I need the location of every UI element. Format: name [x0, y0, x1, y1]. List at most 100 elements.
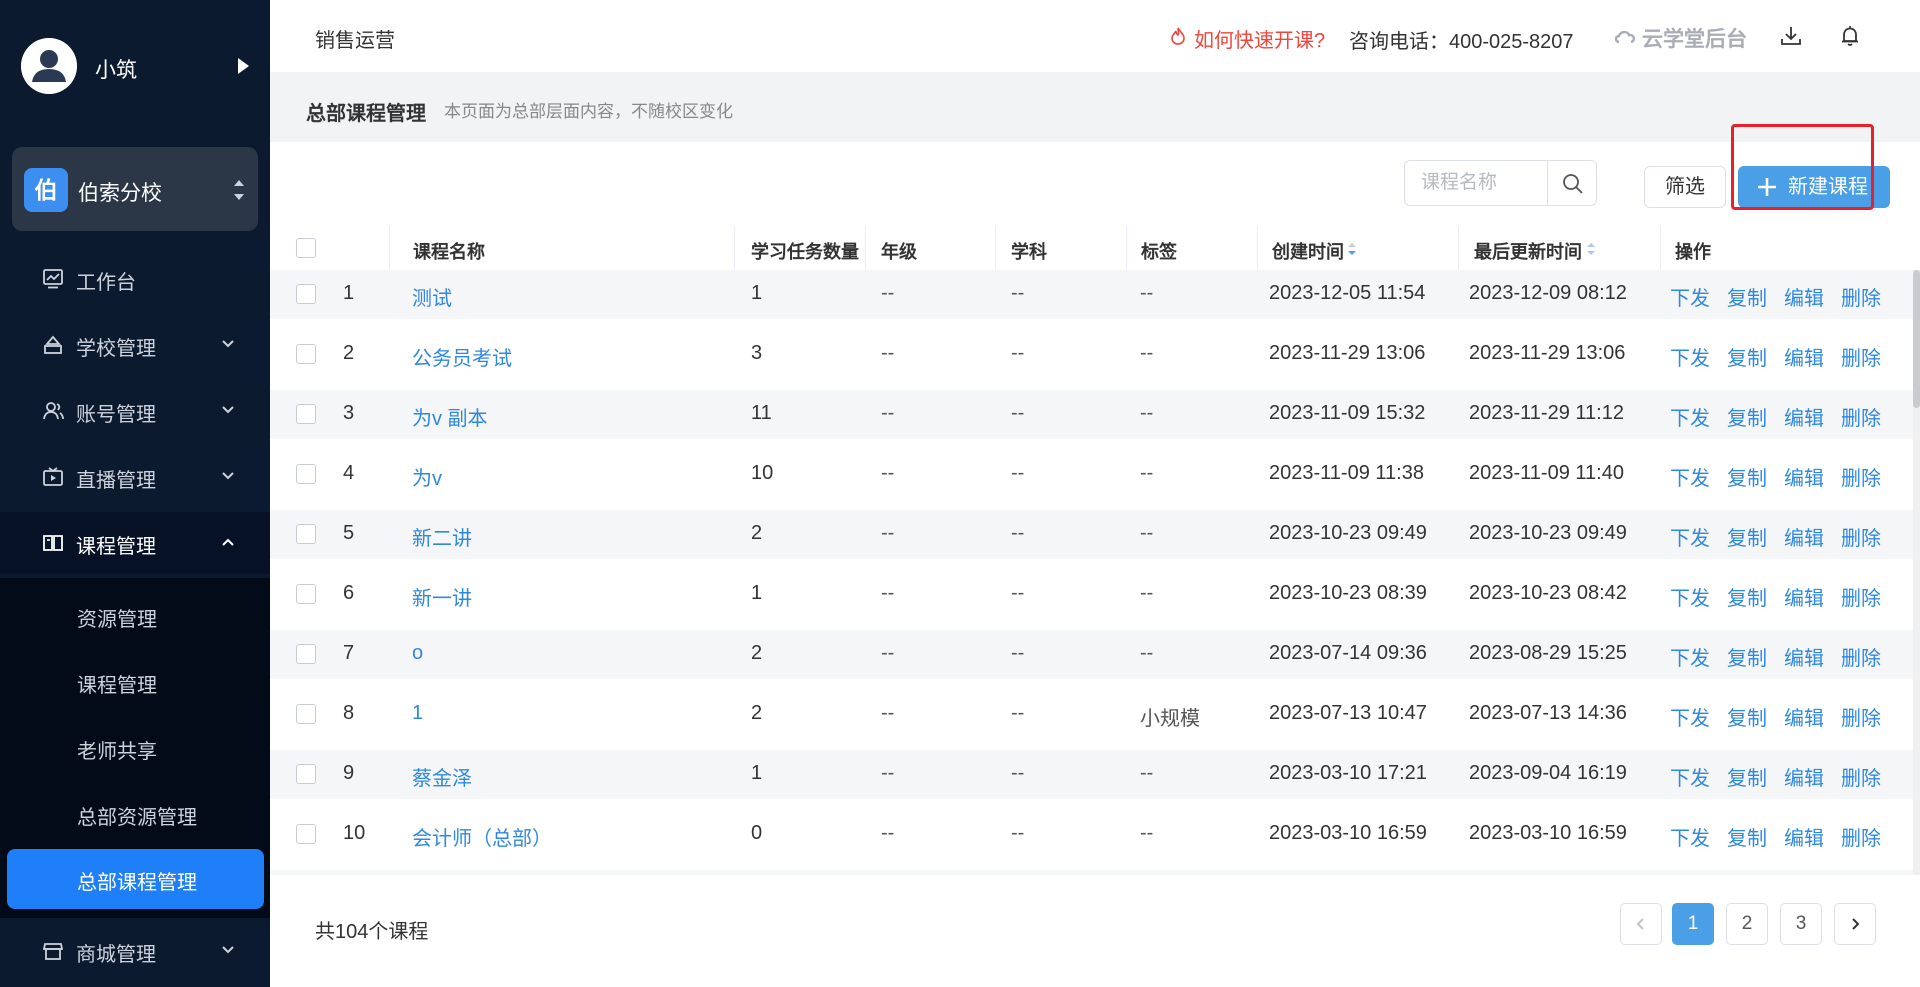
sidebar-item-school[interactable]: 学校管理	[0, 314, 270, 376]
edit-button[interactable]: 编辑	[1784, 582, 1824, 611]
edit-button[interactable]: 编辑	[1784, 522, 1824, 551]
copy-button[interactable]: 复制	[1727, 822, 1767, 851]
page-button-2[interactable]: 2	[1726, 903, 1768, 945]
next-page-button[interactable]	[1834, 903, 1876, 945]
sort-desc-icon[interactable]	[1347, 240, 1357, 258]
distribute-button[interactable]: 下发	[1670, 342, 1710, 371]
sidebar-item-accounts[interactable]: 账号管理	[0, 380, 270, 442]
delete-button[interactable]: 删除	[1841, 702, 1881, 731]
table-row: 8 1 2 -- -- 小规模 2023-07-13 10:47 2023-07-13 14:…	[270, 690, 1920, 739]
edit-button[interactable]: 编辑	[1784, 462, 1824, 491]
delete-button[interactable]: 删除	[1841, 402, 1881, 431]
edit-button[interactable]: 编辑	[1784, 342, 1824, 371]
search-button[interactable]	[1547, 160, 1597, 206]
edit-button[interactable]: 编辑	[1784, 822, 1824, 851]
user-menu[interactable]: 小筑	[0, 0, 270, 135]
row-checkbox[interactable]	[296, 584, 316, 604]
copy-button[interactable]: 复制	[1727, 402, 1767, 431]
cell-course-name[interactable]: 新二讲	[412, 522, 472, 551]
prev-page-button[interactable]	[1620, 903, 1662, 945]
delete-button[interactable]: 删除	[1841, 642, 1881, 671]
row-checkbox[interactable]	[296, 704, 316, 724]
page-button-1[interactable]: 1	[1672, 903, 1714, 945]
sidebar-item-courses[interactable]: 课程管理	[0, 512, 270, 574]
copy-button[interactable]: 复制	[1727, 282, 1767, 311]
delete-button[interactable]: 删除	[1841, 282, 1881, 311]
delete-button[interactable]: 删除	[1841, 762, 1881, 791]
column-header-updated[interactable]: 最后更新时间	[1474, 238, 1582, 264]
bell-icon[interactable]	[1839, 25, 1861, 47]
search-field[interactable]	[1404, 160, 1548, 206]
sidebar-subitem-hq-resources[interactable]: 总部资源管理	[0, 784, 270, 844]
row-checkbox[interactable]	[296, 824, 316, 844]
distribute-button[interactable]: 下发	[1670, 462, 1710, 491]
cell-index: 4	[343, 462, 355, 484]
copy-button[interactable]: 复制	[1727, 342, 1767, 371]
distribute-button[interactable]: 下发	[1670, 762, 1710, 791]
edit-button[interactable]: 编辑	[1784, 282, 1824, 311]
row-checkbox[interactable]	[296, 764, 316, 784]
sidebar-subitem-hq-courses[interactable]: 总部课程管理	[7, 849, 264, 909]
cell-updated-time: 2023-11-29 13:06	[1469, 342, 1626, 364]
cell-subject: --	[1011, 702, 1025, 724]
scrollbar-thumb[interactable]	[1913, 270, 1920, 408]
distribute-button[interactable]: 下发	[1670, 522, 1710, 551]
edit-button[interactable]: 编辑	[1784, 642, 1824, 671]
cell-course-name[interactable]: 测试	[412, 282, 452, 311]
cell-course-name[interactable]: 为v 副本	[412, 402, 488, 431]
cell-course-name[interactable]: 1	[412, 702, 423, 725]
row-checkbox[interactable]	[296, 284, 316, 304]
search-input[interactable]	[1405, 161, 1535, 205]
sidebar-item-dashboard[interactable]: 工作台	[0, 248, 270, 310]
sidebar-subitem-teacher-share[interactable]: 老师共享	[0, 718, 270, 778]
cell-course-name[interactable]: 为v	[412, 462, 442, 491]
caret-right-icon[interactable]	[238, 58, 249, 74]
cell-course-name[interactable]: 蔡金泽	[412, 762, 472, 791]
distribute-button[interactable]: 下发	[1670, 582, 1710, 611]
sidebar-subitem-courses[interactable]: 课程管理	[0, 652, 270, 712]
column-header-created[interactable]: 创建时间	[1272, 238, 1344, 264]
sort-icon[interactable]	[1586, 240, 1596, 258]
cell-course-name[interactable]: o	[412, 642, 423, 665]
copy-button[interactable]: 复制	[1727, 462, 1767, 491]
row-checkbox[interactable]	[296, 344, 316, 364]
copy-button[interactable]: 复制	[1727, 702, 1767, 731]
delete-button[interactable]: 删除	[1841, 582, 1881, 611]
cell-course-name[interactable]: 会计师（总部）	[412, 822, 552, 851]
distribute-button[interactable]: 下发	[1670, 702, 1710, 731]
cell-course-name[interactable]: 公务员考试	[412, 342, 512, 371]
distribute-button[interactable]: 下发	[1670, 402, 1710, 431]
edit-button[interactable]: 编辑	[1784, 762, 1824, 791]
delete-button[interactable]: 删除	[1841, 462, 1881, 491]
brand-link[interactable]: 云学堂后台	[1642, 23, 1747, 53]
edit-button[interactable]: 编辑	[1784, 402, 1824, 431]
select-all-checkbox[interactable]	[296, 238, 316, 258]
delete-button[interactable]: 删除	[1841, 342, 1881, 371]
row-checkbox[interactable]	[296, 404, 316, 424]
table-row: 3 为v 副本 11 -- -- -- 2023-11-09 15:32 2023-11-29…	[270, 390, 1920, 439]
row-checkbox[interactable]	[296, 644, 316, 664]
sidebar-subitem-resources[interactable]: 资源管理	[0, 586, 270, 646]
sidebar-item-live[interactable]: 直播管理	[0, 446, 270, 508]
sidebar-item-label: 直播管理	[76, 470, 156, 492]
howto-link[interactable]: 如何快速开课?	[1194, 24, 1325, 53]
row-checkbox[interactable]	[296, 524, 316, 544]
distribute-button[interactable]: 下发	[1670, 282, 1710, 311]
delete-button[interactable]: 删除	[1841, 822, 1881, 851]
delete-button[interactable]: 删除	[1841, 522, 1881, 551]
download-icon[interactable]	[1780, 25, 1802, 47]
copy-button[interactable]: 复制	[1727, 642, 1767, 671]
copy-button[interactable]: 复制	[1727, 522, 1767, 551]
page-button-3[interactable]: 3	[1780, 903, 1822, 945]
copy-button[interactable]: 复制	[1727, 582, 1767, 611]
filter-button[interactable]: 筛选	[1644, 166, 1726, 208]
school-switcher[interactable]: 伯 伯索分校	[12, 147, 258, 231]
edit-button[interactable]: 编辑	[1784, 702, 1824, 731]
sidebar-item-shop[interactable]: 商城管理	[0, 920, 270, 982]
row-checkbox[interactable]	[296, 464, 316, 484]
distribute-button[interactable]: 下发	[1670, 822, 1710, 851]
copy-button[interactable]: 复制	[1727, 762, 1767, 791]
distribute-button[interactable]: 下发	[1670, 642, 1710, 671]
cell-course-name[interactable]: 新一讲	[412, 582, 472, 611]
cell-subject: --	[1011, 522, 1025, 544]
